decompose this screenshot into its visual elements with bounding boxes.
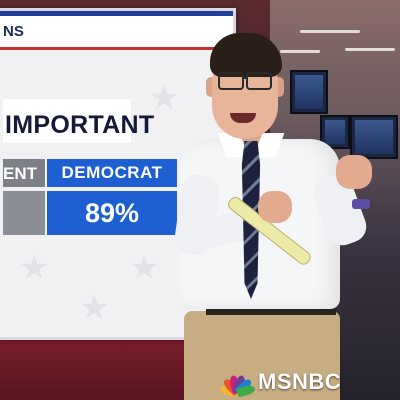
broadcast-frame: NS ★ ★ ★ ★ ★ IMPORTANT ENT DEMOCRAT 89% (0, 0, 400, 400)
column-label-democrat-text: DEMOCRAT (61, 163, 163, 182)
column-value-other (3, 191, 45, 235)
star-decoration: ★ (129, 249, 160, 287)
board-title: NS (3, 23, 24, 40)
star-decoration: ★ (19, 249, 50, 287)
left-hand (258, 191, 292, 223)
column-value-democrat-text: 89% (84, 198, 140, 228)
network-logo-text: MSNBC (258, 369, 342, 394)
star-decoration: ★ (79, 289, 110, 327)
peacock-icon (218, 371, 257, 398)
right-hand (336, 155, 372, 189)
column-label-democrat: DEMOCRAT (47, 159, 177, 187)
hair (210, 33, 282, 77)
column-label-other: ENT (3, 159, 45, 187)
glasses-lens (246, 72, 272, 90)
glasses-lens (218, 72, 244, 90)
board-heading: IMPORTANT (5, 111, 155, 139)
column-value-democrat: 89% (47, 191, 177, 235)
glasses-bridge (242, 77, 248, 79)
board-top-bar (0, 11, 233, 16)
presenter (170, 25, 400, 400)
column-label-other-text: ENT (3, 164, 37, 183)
wristwatch (352, 199, 370, 209)
network-logo: MSNBC (218, 369, 342, 398)
